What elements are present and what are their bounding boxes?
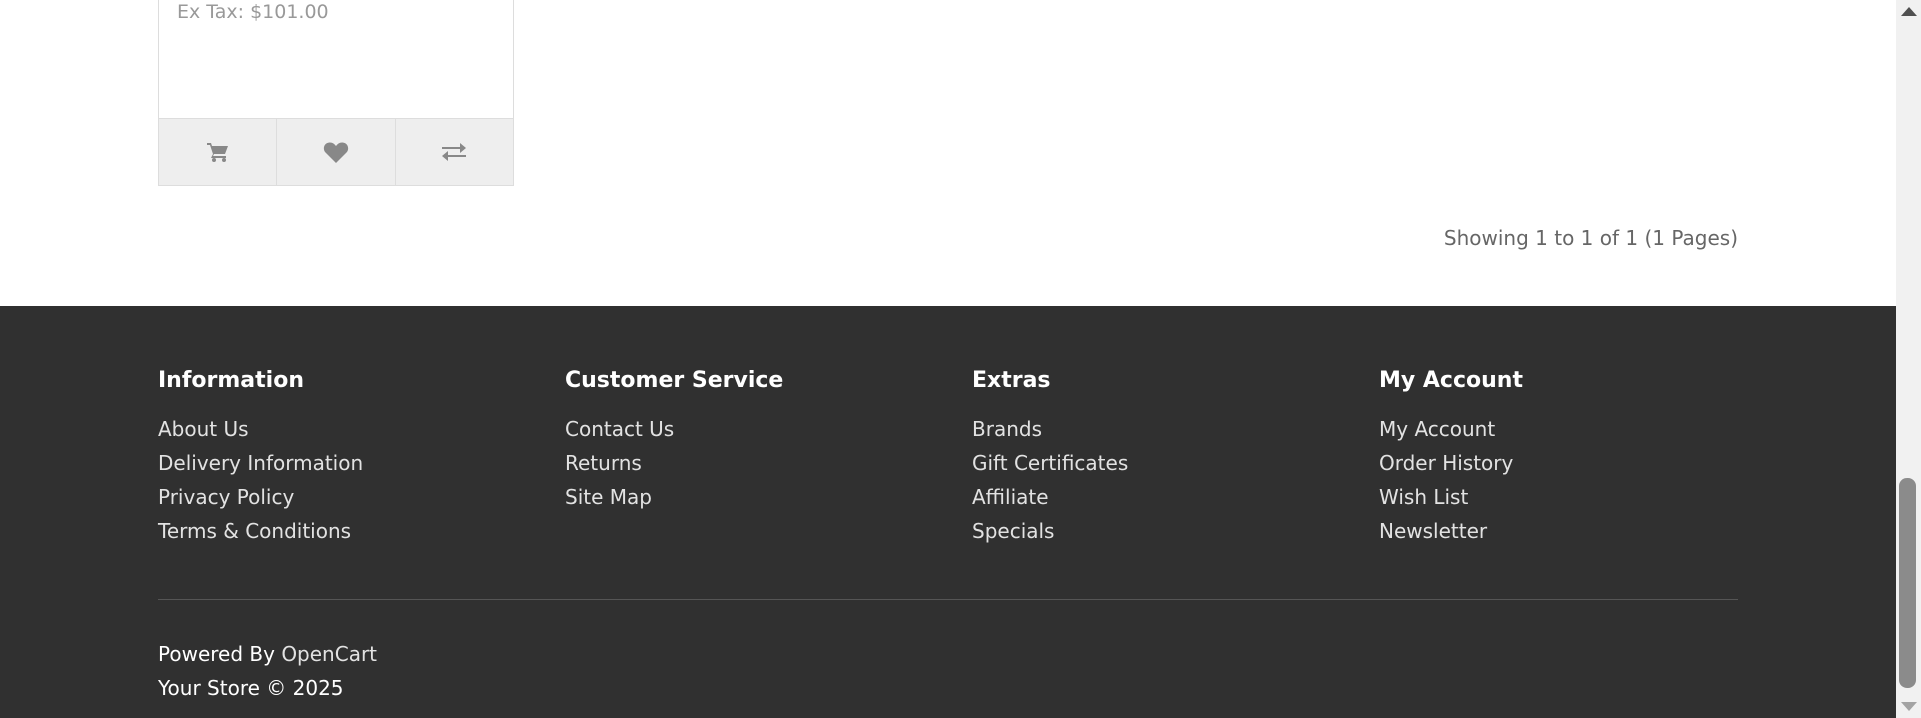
footer-heading: Customer Service bbox=[565, 368, 784, 393]
footer-link-about-us[interactable]: About Us bbox=[158, 412, 363, 446]
scrollbar-thumb[interactable] bbox=[1899, 478, 1916, 688]
page-viewport: Ex Tax: $101.00 Showing 1 to 1 of 1 (1 P… bbox=[0, 0, 1896, 718]
footer-heading: Extras bbox=[972, 368, 1051, 393]
product-button-group bbox=[158, 118, 514, 186]
exchange-icon bbox=[442, 143, 467, 161]
footer-link-specials[interactable]: Specials bbox=[972, 514, 1128, 548]
footer-divider bbox=[158, 599, 1738, 600]
footer-link-returns[interactable]: Returns bbox=[565, 446, 783, 480]
vertical-scrollbar[interactable] bbox=[1896, 0, 1921, 718]
footer-credits: Powered By OpenCart Your Store © 2025 bbox=[158, 637, 377, 705]
footer-link-list: Contact Us Returns Site Map bbox=[565, 412, 783, 514]
footer-heading: My Account bbox=[1379, 368, 1523, 393]
product-card: Ex Tax: $101.00 bbox=[158, 0, 514, 186]
footer-link-site-map[interactable]: Site Map bbox=[565, 480, 783, 514]
footer-link-affiliate[interactable]: Affiliate bbox=[972, 480, 1128, 514]
site-footer: Information About Us Delivery Informatio… bbox=[0, 306, 1896, 718]
add-to-wishlist-button[interactable] bbox=[277, 119, 396, 185]
footer-heading: Information bbox=[158, 368, 304, 393]
compare-button[interactable] bbox=[396, 119, 513, 185]
footer-link-terms-conditions[interactable]: Terms & Conditions bbox=[158, 514, 363, 548]
footer-link-newsletter[interactable]: Newsletter bbox=[1379, 514, 1523, 548]
scroll-up-arrow-icon[interactable] bbox=[1901, 7, 1917, 16]
footer-link-gift-certificates[interactable]: Gift Certificates bbox=[972, 446, 1128, 480]
pagination-results: Showing 1 to 1 of 1 (1 Pages) bbox=[1443, 226, 1738, 250]
footer-column-customer-service: Customer Service Contact Us Returns Site… bbox=[565, 368, 783, 514]
heart-icon bbox=[323, 142, 349, 163]
footer-column-extras: Extras Brands Gift Certificates Affiliat… bbox=[972, 368, 1128, 548]
footer-column-information: Information About Us Delivery Informatio… bbox=[158, 368, 363, 548]
footer-link-list: My Account Order History Wish List Newsl… bbox=[1379, 412, 1523, 548]
footer-link-my-account[interactable]: My Account bbox=[1379, 412, 1523, 446]
powered-by-text: Powered By bbox=[158, 642, 275, 666]
footer-link-contact-us[interactable]: Contact Us bbox=[565, 412, 783, 446]
opencart-link[interactable]: OpenCart bbox=[281, 642, 377, 666]
scroll-down-arrow-icon[interactable] bbox=[1901, 702, 1917, 711]
footer-column-my-account: My Account My Account Order History Wish… bbox=[1379, 368, 1523, 548]
footer-link-privacy-policy[interactable]: Privacy Policy bbox=[158, 480, 363, 514]
footer-link-brands[interactable]: Brands bbox=[972, 412, 1128, 446]
add-to-cart-button[interactable] bbox=[159, 119, 278, 185]
cart-icon bbox=[206, 143, 228, 162]
footer-link-list: About Us Delivery Information Privacy Po… bbox=[158, 412, 363, 548]
price-ex-tax: Ex Tax: $101.00 bbox=[177, 1, 329, 23]
copyright-text: Your Store © 2025 bbox=[158, 676, 344, 700]
footer-link-list: Brands Gift Certificates Affiliate Speci… bbox=[972, 412, 1128, 548]
footer-link-delivery-information[interactable]: Delivery Information bbox=[158, 446, 363, 480]
footer-link-order-history[interactable]: Order History bbox=[1379, 446, 1523, 480]
footer-link-wish-list[interactable]: Wish List bbox=[1379, 480, 1523, 514]
